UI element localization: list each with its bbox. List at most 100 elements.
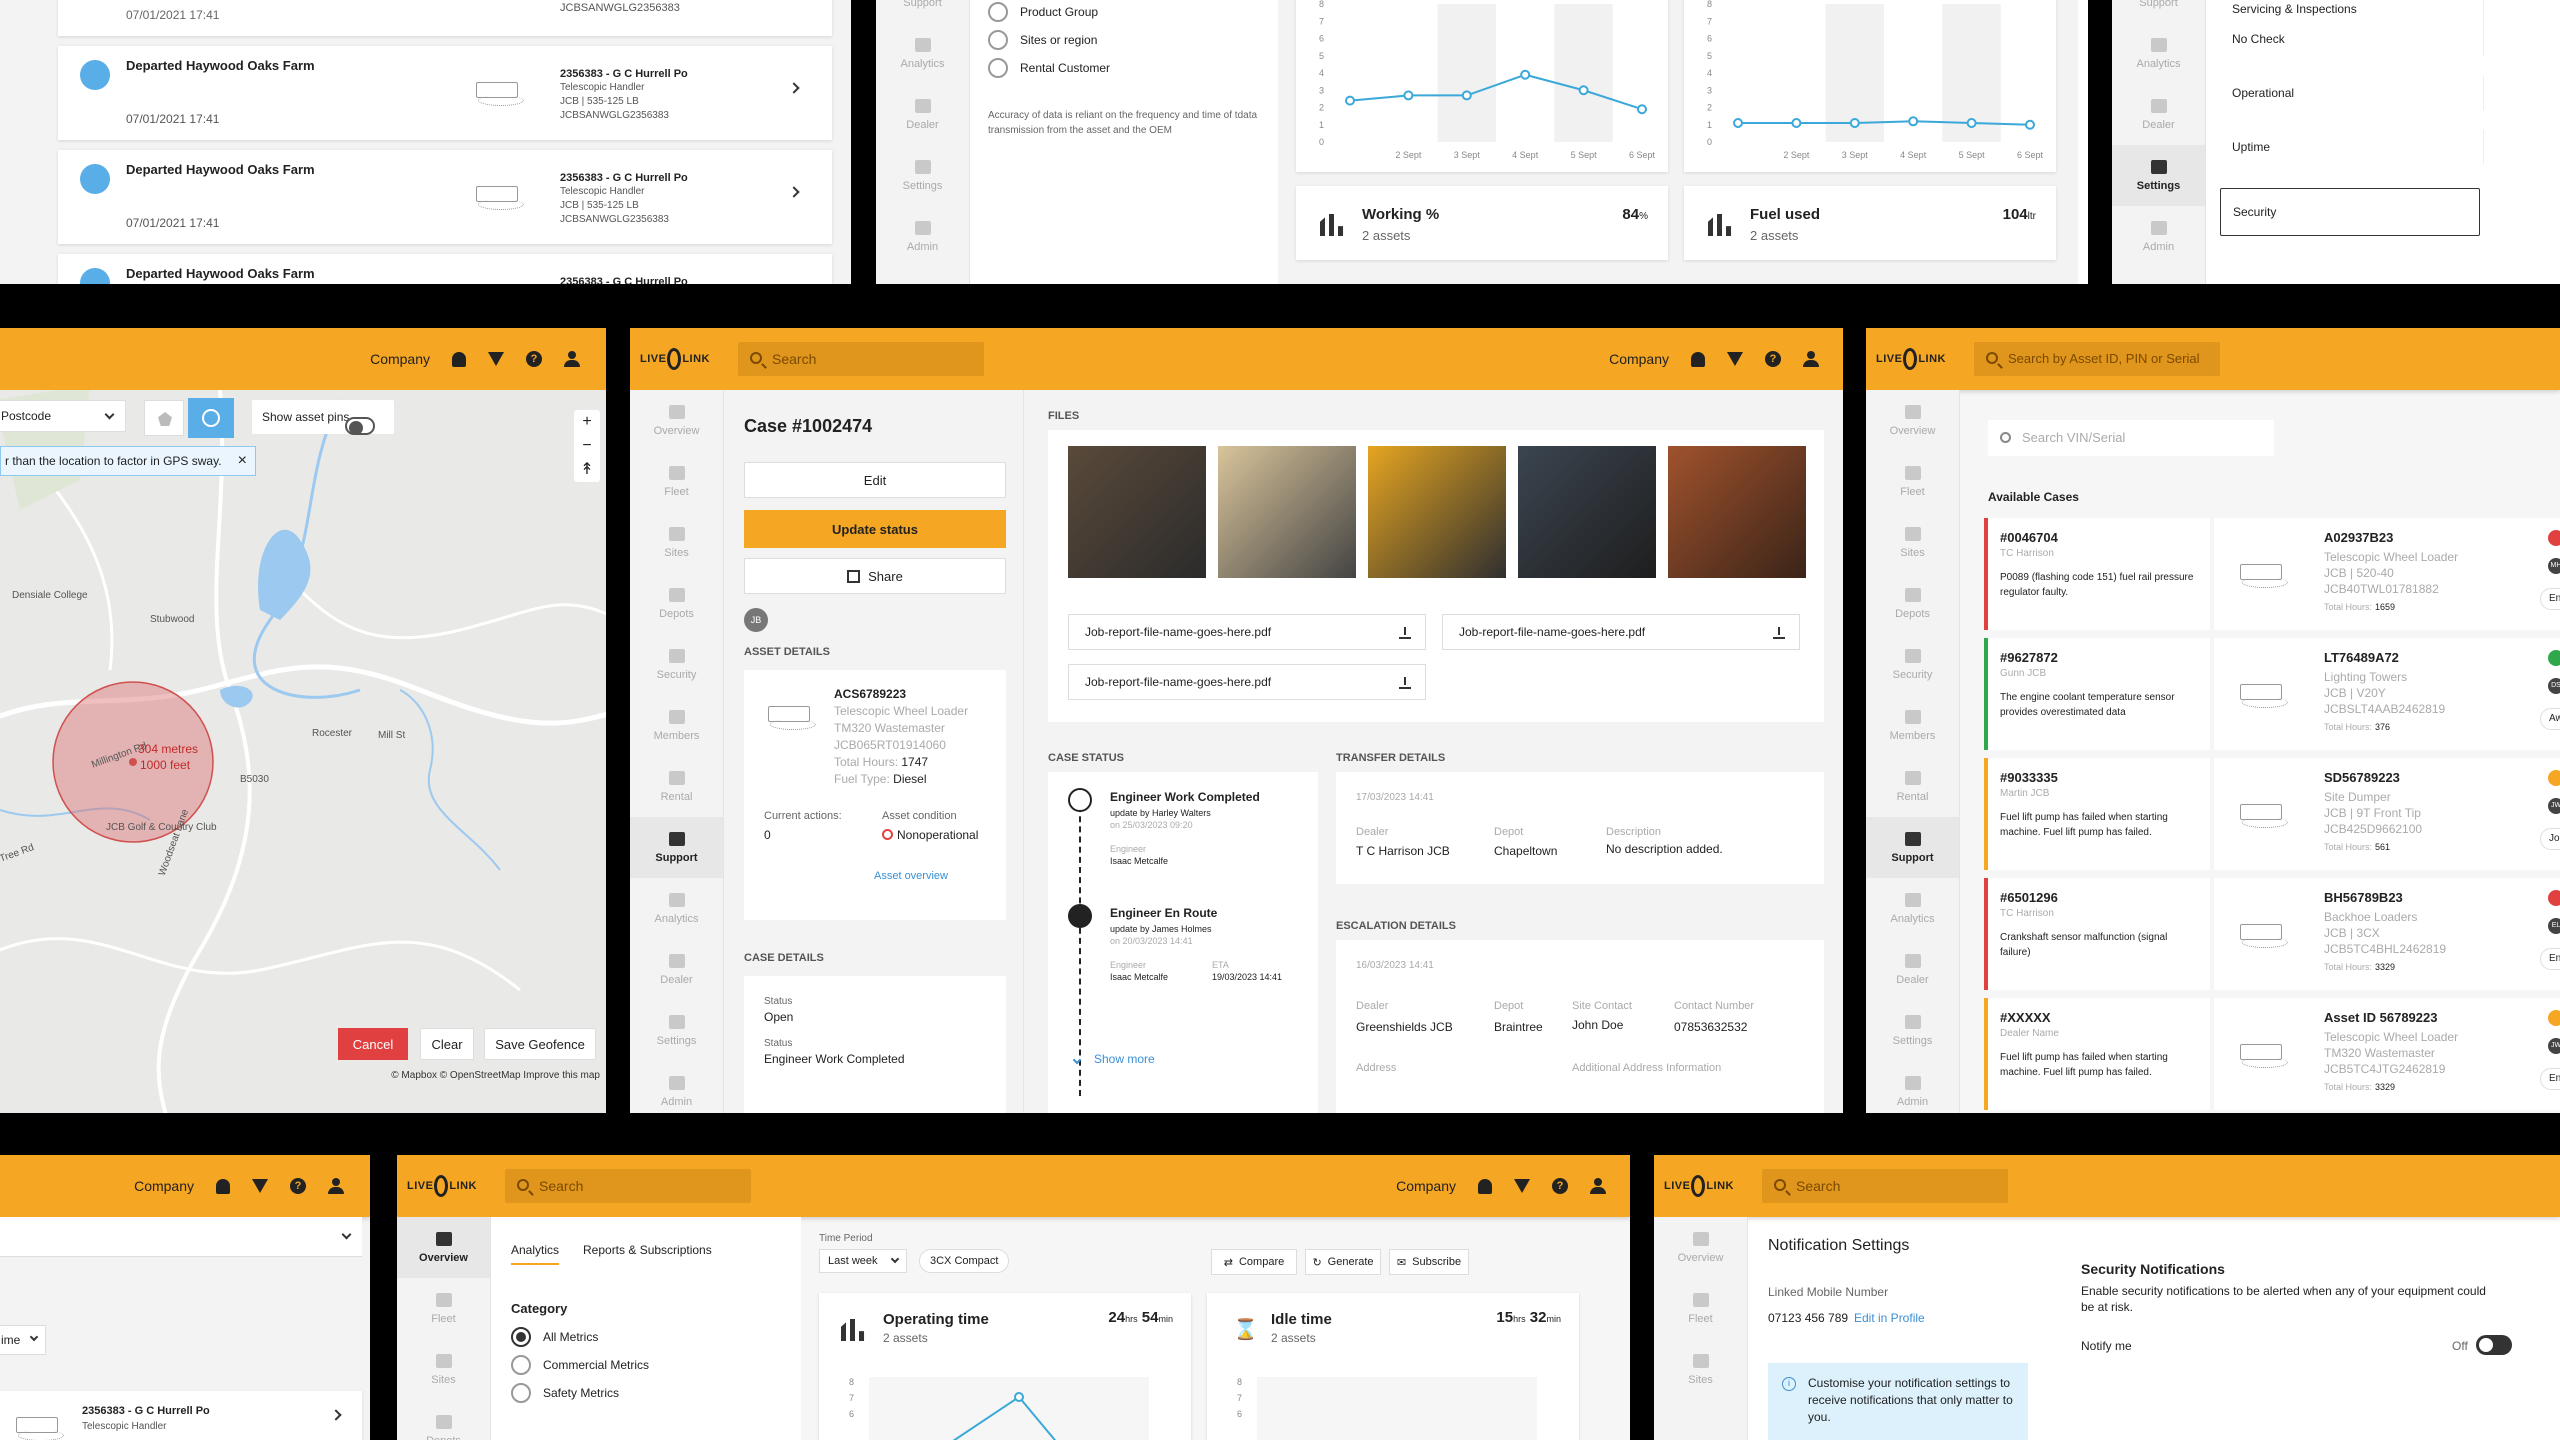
- sidebar-item-fleet[interactable]: Fleet: [1654, 1278, 1747, 1339]
- case-asset[interactable]: LT76489A72 Lighting Towers JCB | V20Y JCBSL…: [2214, 638, 2560, 750]
- edit-button[interactable]: Edit: [744, 462, 1006, 498]
- sidebar-item-admin[interactable]: Admin: [2112, 206, 2205, 267]
- settings-item-operational[interactable]: Operational: [2224, 76, 2484, 110]
- case-photo[interactable]: [1068, 446, 1206, 578]
- show-more-link[interactable]: Show more: [1072, 1052, 1155, 1066]
- bell-icon[interactable]: [1691, 351, 1705, 367]
- sidebar-item-security[interactable]: Security: [630, 634, 723, 695]
- toggle-switch[interactable]: [344, 416, 375, 435]
- metric-working[interactable]: Working % 2 assets 84%: [1296, 186, 1668, 260]
- live-link-logo[interactable]: LIVE LINK: [640, 342, 710, 376]
- sidebar-item-settings[interactable]: Settings: [630, 1000, 723, 1061]
- sidebar-item-sites[interactable]: Sites: [1654, 1339, 1747, 1400]
- save-geofence-button[interactable]: Save Geofence: [484, 1028, 596, 1060]
- sidebar-item-support[interactable]: Support: [2112, 0, 2205, 23]
- sidebar-item-settings[interactable]: Settings: [876, 145, 969, 206]
- operating-time-card[interactable]: Operating time 2 assets 24hrs 54min 8 7 6: [819, 1293, 1191, 1440]
- case-photo[interactable]: [1668, 446, 1806, 578]
- bell-icon[interactable]: [1478, 1178, 1492, 1194]
- generate-button[interactable]: ↻ Generate: [1305, 1249, 1381, 1275]
- case-summary[interactable]: #9033335 Martin JCB Fuel lift pump has fai…: [1984, 758, 2210, 870]
- asset-overview-link[interactable]: Asset overview: [874, 870, 948, 882]
- company-switcher[interactable]: Company: [134, 1178, 194, 1194]
- category-option[interactable]: All Metrics: [511, 1327, 598, 1347]
- user-icon[interactable]: [1590, 1178, 1606, 1194]
- fleet-select[interactable]: [0, 1217, 362, 1257]
- sidebar-item-admin[interactable]: Admin: [876, 206, 969, 267]
- case-summary[interactable]: #6501296 TC Harrison Crankshaft sensor mal…: [1984, 878, 2210, 990]
- help-icon[interactable]: ?: [526, 351, 542, 367]
- radio-icon[interactable]: [988, 2, 1008, 22]
- compare-button[interactable]: ⇄ Compare: [1211, 1249, 1297, 1275]
- radio-option[interactable]: Sites or region: [988, 30, 1097, 50]
- sidebar-item-support[interactable]: Support: [630, 817, 723, 878]
- case-asset[interactable]: A02937B23 Telescopic Wheel Loader JCB | 52…: [2214, 518, 2560, 630]
- sidebar-item-admin[interactable]: Admin: [630, 1061, 723, 1113]
- user-icon[interactable]: [1803, 351, 1819, 367]
- sidebar-item-dealer[interactable]: Dealer: [876, 84, 969, 145]
- radio-icon[interactable]: [988, 58, 1008, 78]
- sidebar-item-overview[interactable]: Overview: [397, 1217, 490, 1278]
- case-summary[interactable]: #0046704 TC Harrison P0089 (flashing code …: [1984, 518, 2210, 630]
- help-icon[interactable]: ?: [290, 1178, 306, 1194]
- case-photo[interactable]: [1218, 446, 1356, 578]
- filter-icon[interactable]: [1514, 1179, 1530, 1193]
- feed-item[interactable]: Departed Haywood Oaks Farm 07/01/2021 17:…: [58, 46, 832, 140]
- user-icon[interactable]: [328, 1178, 344, 1194]
- feed-item[interactable]: Departed Haywood Oaks Farm 2356383 - G C …: [58, 254, 832, 284]
- live-link-logo[interactable]: LIVE LINK: [407, 1169, 477, 1203]
- category-option[interactable]: Safety Metrics: [511, 1383, 619, 1403]
- download-icon[interactable]: [1399, 677, 1411, 689]
- filter-icon[interactable]: [1727, 352, 1743, 366]
- asset-id[interactable]: ACS6789223: [834, 686, 968, 703]
- help-icon[interactable]: ?: [1765, 351, 1781, 367]
- bell-icon[interactable]: [216, 1178, 230, 1194]
- subscribe-button[interactable]: ✉ Subscribe: [1389, 1249, 1469, 1275]
- update-status-button[interactable]: Update status: [744, 510, 1006, 548]
- sidebar-item-sites[interactable]: Sites: [1866, 512, 1959, 573]
- filter-icon[interactable]: [488, 352, 504, 366]
- live-link-logo[interactable]: LIVE LINK: [1876, 342, 1946, 376]
- download-icon[interactable]: [1773, 627, 1785, 639]
- radio-icon[interactable]: [511, 1383, 531, 1403]
- edit-profile-link[interactable]: Edit in Profile: [1854, 1311, 1925, 1325]
- radio-icon[interactable]: [511, 1327, 531, 1347]
- vin-search-input[interactable]: Search VIN/Serial: [1988, 420, 2274, 456]
- sidebar-item-dealer[interactable]: Dealer: [2112, 84, 2205, 145]
- radio-icon[interactable]: [988, 30, 1008, 50]
- live-link-logo[interactable]: LIVE LINK: [1664, 1169, 1734, 1203]
- zoom-in-button[interactable]: +: [574, 410, 600, 434]
- sidebar-item-fleet[interactable]: Fleet: [397, 1278, 490, 1339]
- feed-item[interactable]: Departed Haywood Oaks Farm 07/01/2021 17:…: [58, 150, 832, 244]
- sidebar-item-analytics[interactable]: Analytics: [630, 878, 723, 939]
- user-icon[interactable]: [564, 351, 580, 367]
- map-canvas[interactable]: [0, 390, 606, 1113]
- time-period-select[interactable]: Last week: [819, 1249, 907, 1273]
- file-download-row[interactable]: Job-report-file-name-goes-here.pdf: [1068, 614, 1426, 650]
- settings-item-security[interactable]: Security: [2220, 188, 2480, 236]
- sidebar-item-support[interactable]: Support: [876, 0, 969, 23]
- sidebar-item-fleet[interactable]: Fleet: [1866, 451, 1959, 512]
- sidebar-item-depots[interactable]: Depots: [397, 1400, 490, 1440]
- sidebar-item-overview[interactable]: Overview: [630, 390, 723, 451]
- download-icon[interactable]: [1399, 627, 1411, 639]
- sidebar-item-members[interactable]: Members: [1866, 695, 1959, 756]
- company-switcher[interactable]: Company: [1396, 1178, 1456, 1194]
- compass-icon[interactable]: ↟: [574, 458, 600, 482]
- category-option[interactable]: Commercial Metrics: [511, 1355, 649, 1375]
- sidebar-item-dealer[interactable]: Dealer: [630, 939, 723, 1000]
- file-download-row[interactable]: Job-report-file-name-goes-here.pdf: [1068, 664, 1426, 700]
- notify-toggle[interactable]: [2476, 1335, 2512, 1355]
- map-attribution[interactable]: © Mapbox © OpenStreetMap Improve this ma…: [391, 1070, 600, 1081]
- asset-row[interactable]: 2356383 - G C Hurrell Po Telescopic Hand…: [0, 1391, 362, 1440]
- sidebar-item-security[interactable]: Security: [1866, 634, 1959, 695]
- time-select[interactable]: ime: [0, 1325, 46, 1355]
- sidebar-item-depots[interactable]: Depots: [630, 573, 723, 634]
- idle-time-card[interactable]: ⌛ Idle time 2 assets 15hrs 32min 8 7 6: [1207, 1293, 1579, 1440]
- metric-fuel[interactable]: Fuel used 2 assets 104ltr: [1684, 186, 2056, 260]
- feed-card-top[interactable]: 07/01/2021 17:41 JCBSANWGLG2356383: [58, 0, 832, 36]
- sidebar-item-rental[interactable]: Rental: [1866, 756, 1959, 817]
- tab-reports[interactable]: Reports & Subscriptions: [583, 1243, 712, 1263]
- model-chip[interactable]: 3CX Compact: [919, 1249, 1010, 1273]
- help-icon[interactable]: ?: [1552, 1178, 1568, 1194]
